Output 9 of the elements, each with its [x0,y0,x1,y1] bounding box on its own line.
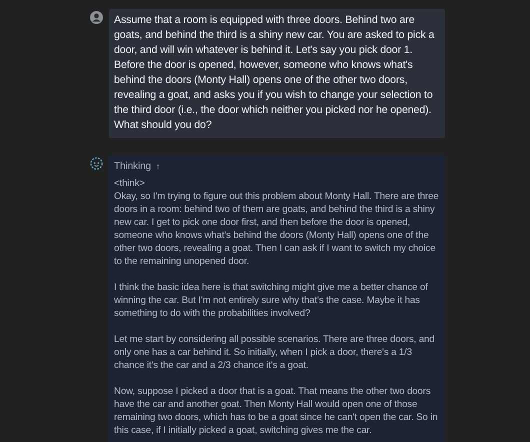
thinking-label: Thinking [114,160,151,173]
user-avatar-icon [90,11,103,24]
paragraph: Let me start by considering all possible scenarios. There are three doors, and only one has a car behind it. So initially, when I pick a door, there's a 1/3 chance it's the car and a 2/3 chance it's a goat. [114,333,436,372]
paragraph: I think the basic idea here is that switching might give me a better chance of winning the car. But I'm not entirely sure why that's the case. Maybe it has something to do with the probabilities involved? [114,281,429,320]
paragraph: <think> Okay, so I'm trying to figure out this problem about Monty Hall. There are three doors in a room: behind two of them are goats, and behind the third is a shiny new car. I get to pick one door first, and then before the door is opened, someone who knows what's behind the doors (Monty Hall) opens one of the other two doors, revealing a goat. Then I can ask if I want to switch my choice to the remaining unopened door. [114,177,440,268]
collapse-toggle[interactable]: ↑ [156,162,160,171]
robot-avatar-icon [90,157,103,170]
paragraph: Now, suppose I picked a door that is a goat. That means the other two doors have the car and another goat. Then Monty Hall would open one of those remaining two doors, which has to be a goat since he can't open the car. So in this case, if I initially picked a goat, switching gives me the car. [114,385,439,437]
user-message: Assume that a room is equipped with three doors. Behind two are goats, and behind the third is a shiny new car. You are asked to pick a door, and will win whatever is behind it. Let's say you pick door 1. Before the door is opened, however, someone who knows what's behind the doors (Monty Hall) opens one of the other two doors, revealing a goat, and asks you if you wish to change your selection to the third door (i.e., the door which neither you picked nor he opened). What should you do? [109,9,445,138]
